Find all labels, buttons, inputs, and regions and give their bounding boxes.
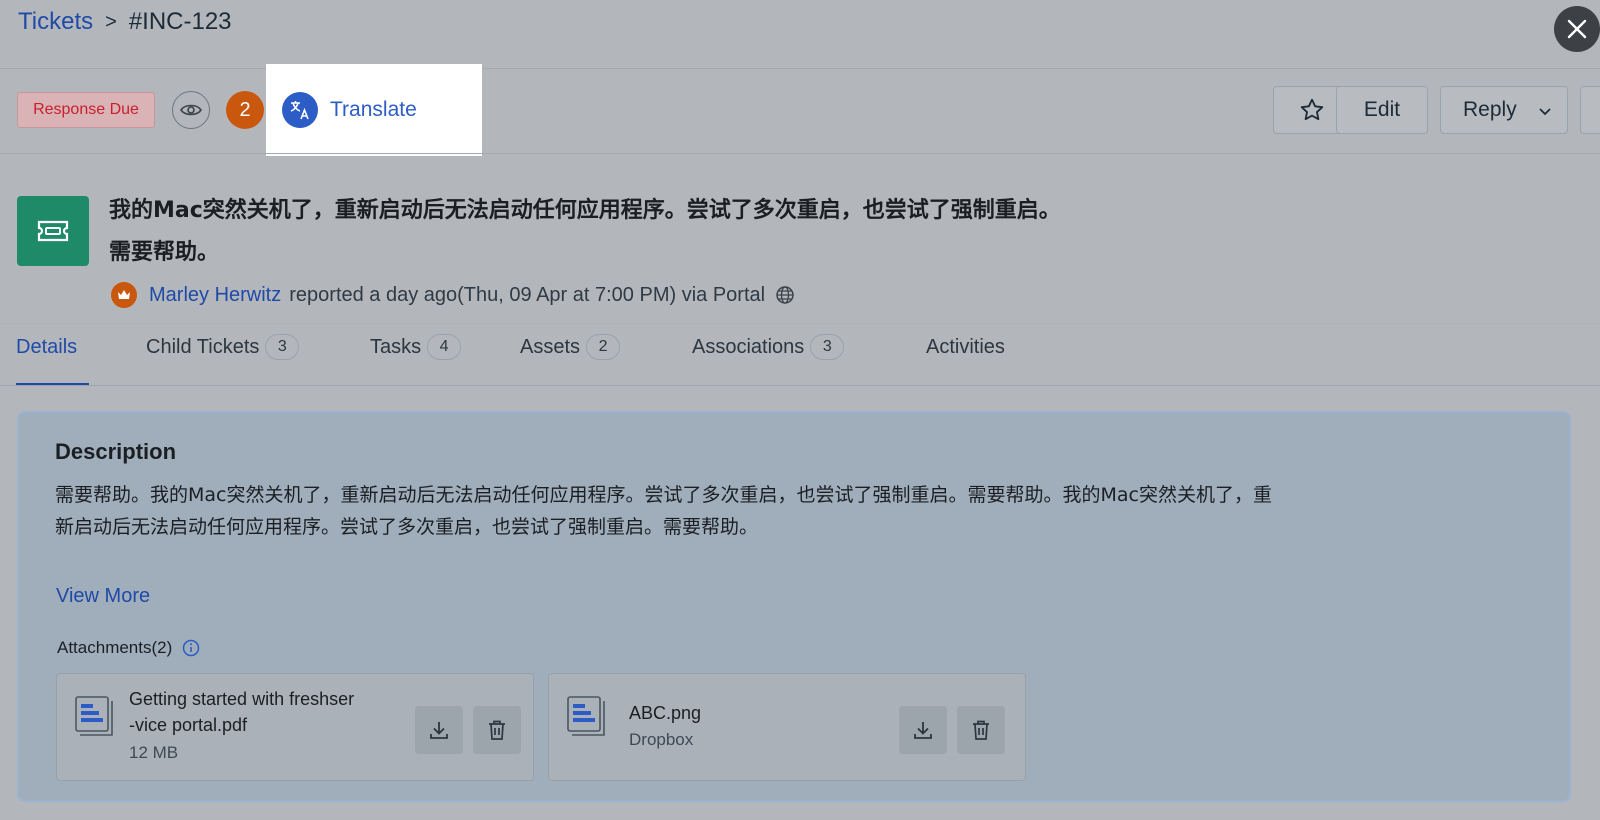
info-icon[interactable] bbox=[182, 639, 200, 657]
ticket-icon bbox=[37, 220, 69, 242]
delete-button[interactable] bbox=[957, 706, 1005, 754]
description-line: 需要帮助。我的Mac突然关机了，重新启动后无法启动任何应用程序。尝试了多次重启，… bbox=[55, 484, 1272, 506]
tab-count: 2 bbox=[586, 334, 621, 360]
delete-button[interactable] bbox=[473, 706, 521, 754]
reporter-link[interactable]: Marley Herwitz bbox=[149, 284, 281, 307]
tabs-divider bbox=[0, 385, 1600, 386]
more-actions-button[interactable] bbox=[1580, 86, 1600, 134]
attachment-item[interactable]: Getting started with freshser -vice port… bbox=[56, 673, 534, 781]
translate-label: Translate bbox=[330, 98, 417, 121]
attachment-name-line: -vice portal.pdf bbox=[129, 715, 248, 735]
attachments-header: Attachments(2) bbox=[57, 638, 200, 658]
document-icon bbox=[75, 696, 113, 736]
avatar bbox=[111, 282, 137, 308]
download-button[interactable] bbox=[899, 706, 947, 754]
attachment-name: Getting started with freshser -vice port… bbox=[129, 686, 354, 738]
header-divider bbox=[0, 68, 1600, 69]
tab-count: 4 bbox=[427, 334, 462, 360]
tab-activities[interactable]: Activities bbox=[926, 336, 1005, 359]
close-icon bbox=[1567, 19, 1587, 39]
tab-details[interactable]: Details bbox=[16, 336, 77, 359]
tab-child-tickets[interactable]: Child Tickets 3 bbox=[146, 334, 300, 360]
tab-count: 3 bbox=[265, 334, 300, 360]
breadcrumb-current: #INC-123 bbox=[128, 8, 232, 35]
document-icon bbox=[567, 696, 605, 736]
chevron-down-icon bbox=[1539, 108, 1551, 116]
description-line: 新启动后无法启动任何应用程序。尝试了多次重启，也尝试了强制重启。需要帮助。 bbox=[55, 516, 759, 538]
crown-icon bbox=[118, 290, 130, 299]
tab-count: 3 bbox=[810, 334, 845, 360]
meta-divider bbox=[0, 323, 1600, 324]
attachment-name-line: Getting started with freshser bbox=[129, 689, 355, 709]
tab-label: Assets bbox=[520, 336, 581, 358]
edit-label: Edit bbox=[1363, 98, 1401, 121]
tab-associations[interactable]: Associations 3 bbox=[692, 334, 845, 360]
reply-button[interactable]: Reply bbox=[1440, 86, 1568, 134]
star-icon bbox=[1300, 98, 1324, 121]
translate-icon bbox=[282, 92, 318, 128]
watch-button[interactable] bbox=[172, 91, 210, 129]
ticket-subject: 我的Mac突然关机了，重新启动后无法启动任何应用程序。尝试了多次重启，也尝试了强… bbox=[109, 190, 1169, 274]
ticket-subject-line1: 我的Mac突然关机了，重新启动后无法启动任何应用程序。尝试了多次重启，也尝试了强… bbox=[109, 198, 1061, 223]
attachment-item[interactable]: ABC.png Dropbox bbox=[548, 673, 1026, 781]
tab-label: Child Tickets bbox=[146, 336, 260, 358]
description-title: Description bbox=[55, 439, 177, 464]
attachment-size: 12 MB bbox=[129, 743, 179, 762]
download-icon bbox=[430, 722, 448, 739]
toolbar-divider bbox=[0, 153, 1600, 154]
tab-label: Details bbox=[16, 336, 78, 358]
view-more-link[interactable]: View More bbox=[56, 585, 150, 608]
edit-button[interactable]: Edit bbox=[1336, 86, 1428, 134]
watchers-count-badge[interactable]: 2 bbox=[226, 91, 264, 129]
tab-tasks[interactable]: Tasks 4 bbox=[370, 334, 462, 360]
attachment-source: Dropbox bbox=[629, 730, 694, 749]
ticket-type-icon bbox=[17, 196, 89, 266]
translate-button[interactable]: Translate bbox=[266, 64, 482, 156]
attachment-name: ABC.png bbox=[629, 703, 702, 723]
attachments-label: Attachments(2) bbox=[57, 638, 173, 657]
tab-label: Associations bbox=[692, 336, 805, 358]
trash-icon bbox=[489, 720, 505, 740]
ticket-meta: Marley Herwitz reported a day ago(Thu, 0… bbox=[111, 280, 795, 310]
breadcrumb-tickets-link[interactable]: Tickets bbox=[18, 8, 93, 36]
breadcrumb: Tickets > #INC-123 bbox=[18, 6, 232, 38]
trash-icon bbox=[973, 720, 989, 740]
ticket-detail-page: Tickets > #INC-123 Response Due 2 Transl… bbox=[0, 0, 1600, 820]
reply-label: Reply bbox=[1463, 98, 1517, 121]
response-due-badge: Response Due bbox=[17, 92, 155, 128]
description-card: Description 需要帮助。我的Mac突然关机了，重新启动后无法启动任何应… bbox=[17, 411, 1571, 802]
description-body: 需要帮助。我的Mac突然关机了，重新启动后无法启动任何应用程序。尝试了多次重启，… bbox=[55, 479, 1395, 543]
globe-icon bbox=[776, 286, 794, 304]
close-button[interactable] bbox=[1554, 6, 1600, 52]
download-icon bbox=[914, 722, 932, 739]
eye-icon bbox=[180, 104, 202, 116]
download-button[interactable] bbox=[415, 706, 463, 754]
tab-label: Activities bbox=[926, 336, 1005, 358]
ticket-subject-line2: 需要帮助。 bbox=[109, 240, 220, 265]
reported-text: reported a day ago(Thu, 09 Apr at 7:00 P… bbox=[289, 283, 766, 306]
tab-assets[interactable]: Assets 2 bbox=[520, 334, 621, 360]
ticket-tabs: Details Child Tickets 3 Tasks 4 Assets 2… bbox=[0, 334, 1600, 386]
breadcrumb-separator: > bbox=[105, 10, 117, 33]
tab-label: Tasks bbox=[370, 336, 422, 358]
